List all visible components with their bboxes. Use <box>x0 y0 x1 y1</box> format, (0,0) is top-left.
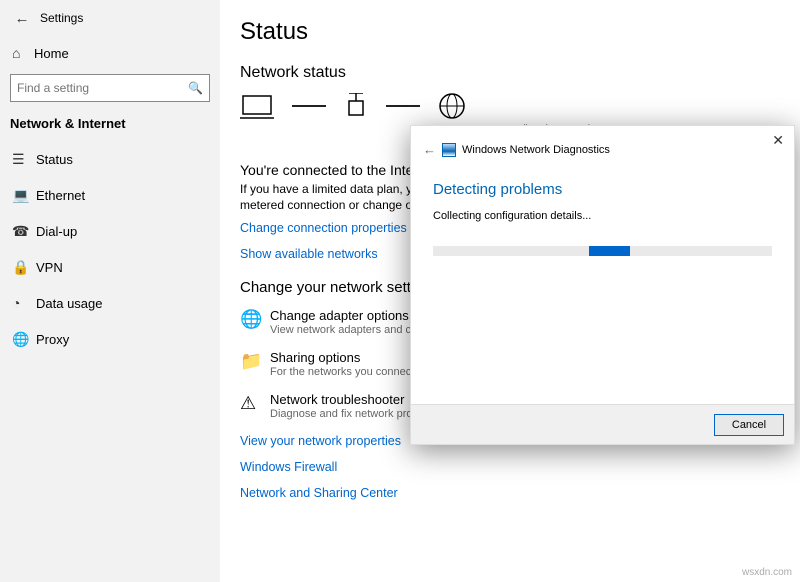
sidebar-section-header: Network & Internet <box>0 114 220 141</box>
watermark: wsxdn.com <box>742 567 792 578</box>
sidebar-item-dialup[interactable]: ☎ Dial-up <box>0 213 220 249</box>
sidebar-item-label: Proxy <box>36 332 69 347</box>
link-windows-firewall[interactable]: Windows Firewall <box>240 460 800 474</box>
data-usage-icon: ◔ <box>12 295 36 311</box>
sidebar-item-label: Status <box>36 152 73 167</box>
sidebar-item-label: VPN <box>36 260 63 275</box>
dialog-back-icon[interactable]: ← <box>423 142 436 157</box>
vpn-icon: 🔒 <box>12 259 36 276</box>
back-button[interactable]: ← <box>10 10 34 27</box>
dialog-heading: Detecting problems <box>411 163 794 206</box>
home-button[interactable]: ⌂ Home <box>0 36 220 70</box>
sidebar-item-data-usage[interactable]: ◔ Data usage <box>0 285 220 321</box>
sidebar-item-ethernet[interactable]: 💻 Ethernet <box>0 177 220 213</box>
dialog-title: Windows Network Diagnostics <box>462 144 610 156</box>
diagram-line <box>292 105 326 107</box>
adapter-icon: 🌐 <box>240 308 270 330</box>
globe-icon <box>438 92 466 120</box>
diagram-line <box>386 105 420 107</box>
progress-bar <box>433 246 772 256</box>
page-title: Status <box>240 18 800 46</box>
ethernet-icon: 💻 <box>12 187 36 204</box>
sidebar-item-label: Ethernet <box>36 188 85 203</box>
search-field[interactable] <box>17 81 188 95</box>
app-title: Settings <box>40 11 83 25</box>
sharing-icon: 📁 <box>240 350 270 372</box>
home-icon: ⌂ <box>12 45 34 61</box>
dialog-footer: Cancel <box>411 404 794 444</box>
diagnostics-dialog: ✕ ← Windows Network Diagnostics Detectin… <box>410 125 795 445</box>
search-icon: 🔍 <box>188 81 203 95</box>
network-diagram <box>240 92 800 120</box>
sidebar-item-proxy[interactable]: 🌐 Proxy <box>0 321 220 357</box>
dialup-icon: ☎ <box>12 223 36 240</box>
link-network-sharing-center[interactable]: Network and Sharing Center <box>240 486 800 500</box>
home-label: Home <box>34 46 69 61</box>
troubleshoot-icon: ⚠ <box>240 392 270 414</box>
progress-chunk <box>589 246 630 256</box>
pc-icon <box>240 93 274 119</box>
router-icon <box>344 93 368 119</box>
sidebar-item-label: Dial-up <box>36 224 77 239</box>
dialog-status-text: Collecting configuration details... <box>411 206 794 240</box>
sidebar-item-vpn[interactable]: 🔒 VPN <box>0 249 220 285</box>
search-input[interactable]: 🔍 <box>10 74 210 102</box>
sidebar-item-status[interactable]: ☰ Status <box>0 141 220 177</box>
proxy-icon: 🌐 <box>12 331 36 348</box>
sidebar-item-label: Data usage <box>36 296 103 311</box>
status-icon: ☰ <box>12 151 36 168</box>
cancel-button[interactable]: Cancel <box>714 414 784 436</box>
settings-sidebar: ← Settings ⌂ Home 🔍 Network & Internet ☰… <box>0 0 220 582</box>
close-icon[interactable]: ✕ <box>772 132 784 149</box>
network-status-heading: Network status <box>240 64 800 82</box>
diagnostics-app-icon <box>442 143 456 157</box>
